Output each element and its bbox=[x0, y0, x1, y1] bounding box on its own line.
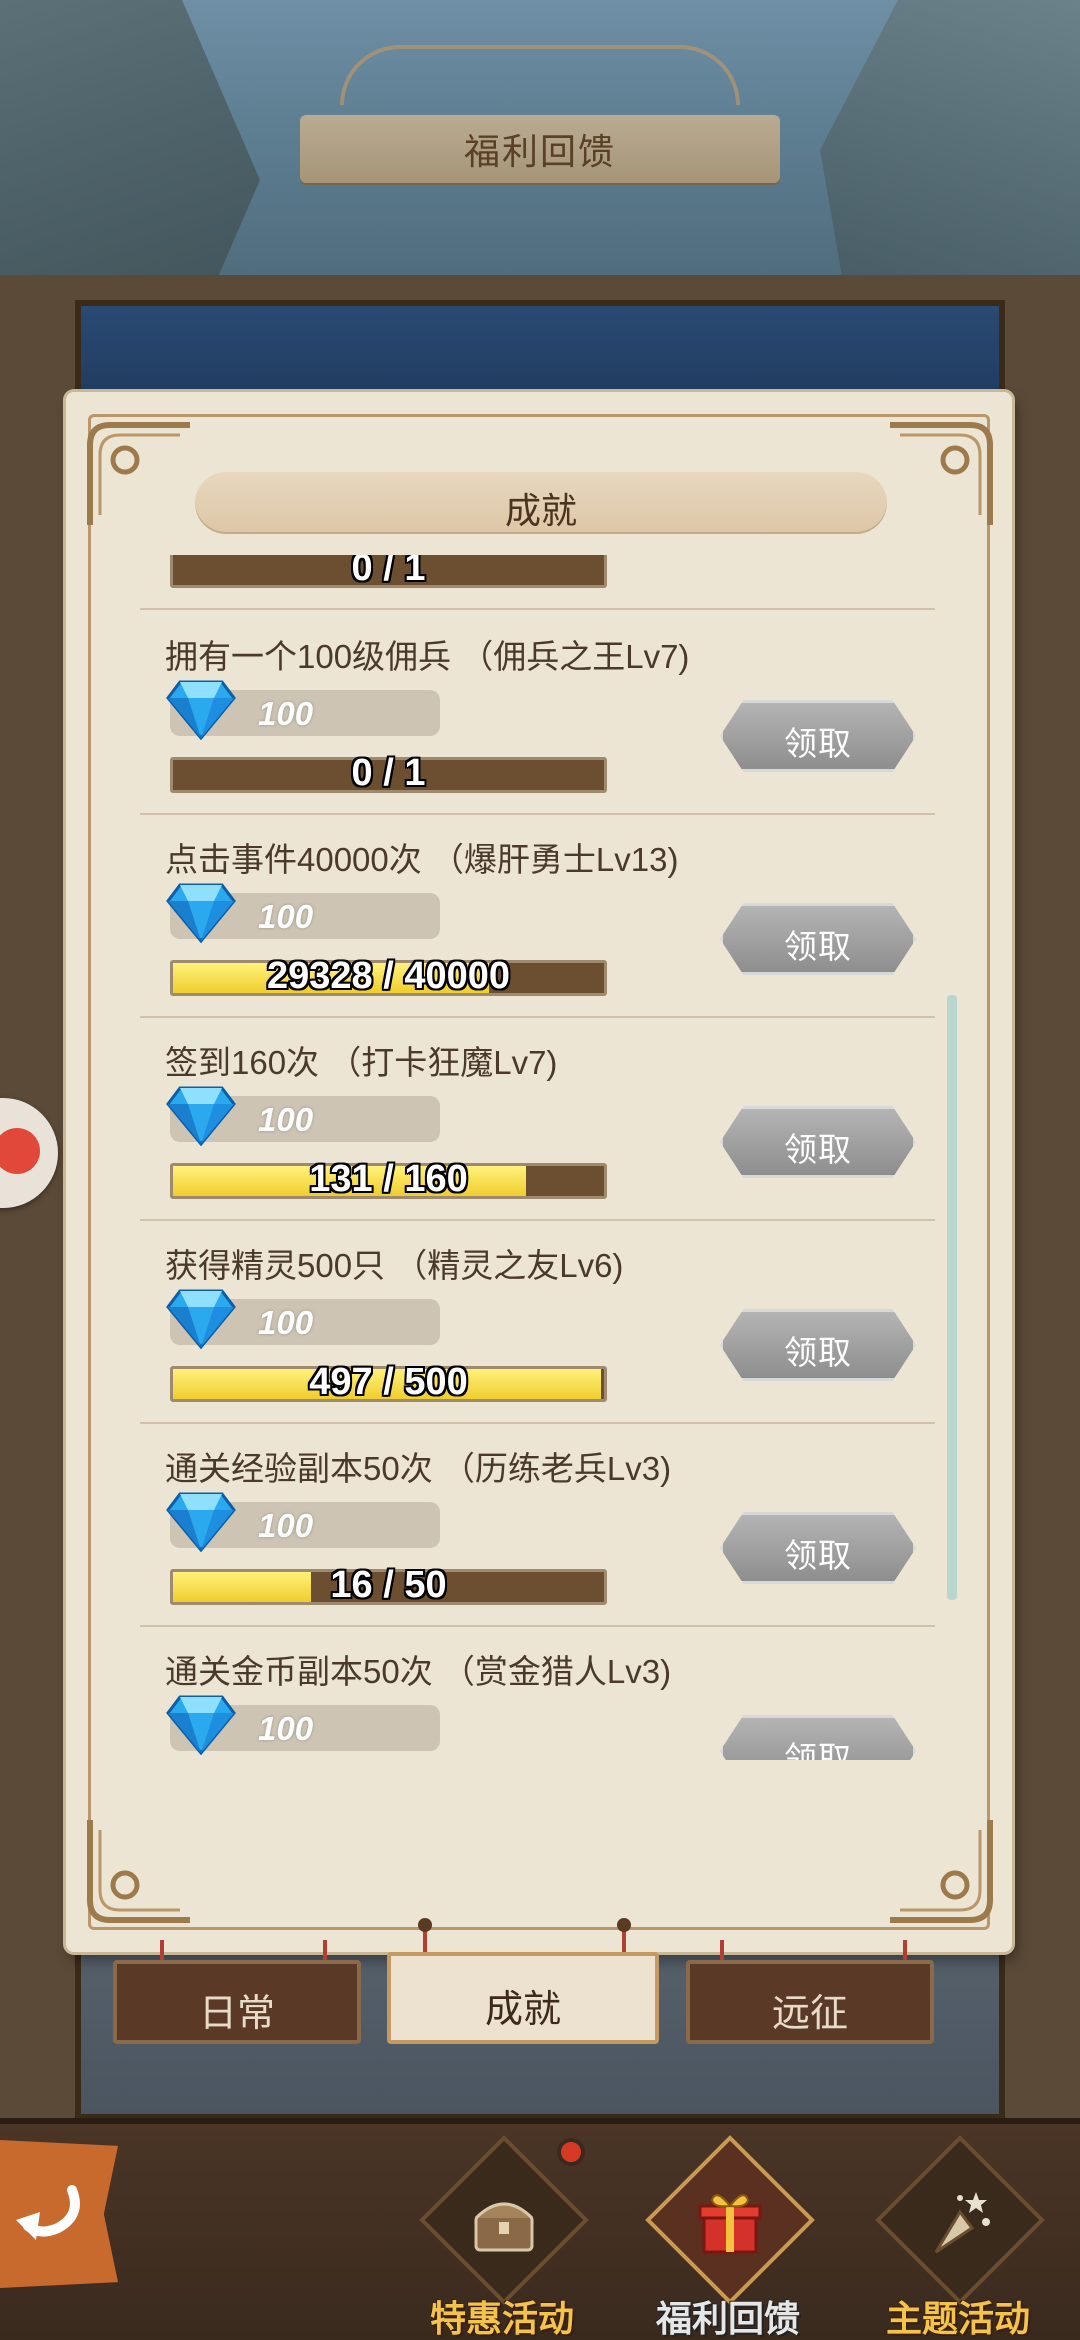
ornament-corner-icon bbox=[890, 422, 993, 525]
claim-button-label: 领取 bbox=[784, 1334, 852, 1371]
title-ornament bbox=[340, 45, 740, 105]
achievement-title: 点击事件40000次 （爆肝勇士Lv13) bbox=[165, 841, 679, 878]
tab-label: 远征 bbox=[771, 1993, 848, 2035]
reward-amount: 100 bbox=[258, 1710, 314, 1747]
tab-hanger-knob bbox=[617, 1918, 631, 1932]
claim-button-label: 领取 bbox=[784, 725, 852, 762]
list-item: 签到160次 （打卡狂魔Lv7) 100 131 / 160 领取 bbox=[140, 1018, 935, 1221]
progress-text: 29328 / 40000 bbox=[266, 955, 510, 997]
list-item: 通关经验副本50次 （历练老兵Lv3) 100 16 / 50 领取 bbox=[140, 1424, 935, 1627]
tab-daily[interactable]: 日常 bbox=[113, 1960, 361, 2044]
back-arrow-icon bbox=[16, 2185, 80, 2240]
ornament-corner-icon bbox=[87, 1820, 190, 1923]
diamond-icon bbox=[166, 883, 236, 943]
reward-amount: 100 bbox=[258, 1101, 314, 1138]
claim-button-label: 领取 bbox=[784, 1537, 852, 1574]
nav-welfare[interactable]: 福利回馈 bbox=[628, 2135, 828, 2340]
claim-button-label: 领取 bbox=[784, 1131, 852, 1168]
claim-button[interactable]: 领取 bbox=[720, 1106, 916, 1178]
list-item: 通关金币副本50次 （赏金猎人Lv3) 100 领取 bbox=[140, 1627, 935, 1760]
list-item-partial: 0 / 1 bbox=[140, 555, 935, 610]
party-popper-icon bbox=[934, 2192, 990, 2254]
reward-amount: 100 bbox=[258, 898, 314, 935]
title-plaque: 福利回馈 bbox=[300, 45, 780, 185]
nav-label: 主题活动 bbox=[885, 2298, 1030, 2339]
progress-text: 497 / 500 bbox=[309, 1361, 468, 1403]
claim-button-label: 领取 bbox=[784, 928, 852, 965]
ornament-corner-icon bbox=[890, 1820, 993, 1923]
diamond-icon bbox=[166, 1695, 236, 1755]
tab-expedition[interactable]: 远征 bbox=[686, 1960, 934, 2044]
achievement-title: 通关金币副本50次 （赏金猎人Lv3) bbox=[165, 1653, 672, 1690]
achievement-title: 拥有一个100级佣兵 （佣兵之王Lv7) bbox=[165, 638, 690, 675]
claim-button[interactable]: 领取 bbox=[720, 1512, 916, 1584]
tab-label: 日常 bbox=[198, 1993, 275, 2035]
list-item: 获得精灵500只 （精灵之友Lv6) 100 497 / 500 领取 bbox=[140, 1221, 935, 1424]
treasure-chest-icon bbox=[474, 2202, 534, 2252]
progress-text: 0 / 1 bbox=[351, 555, 426, 589]
progress-text: 131 / 160 bbox=[309, 1158, 468, 1200]
list-scrollbar[interactable] bbox=[947, 995, 957, 1600]
reward-amount: 100 bbox=[258, 1304, 314, 1341]
achievement-title: 通关经验副本50次 （历练老兵Lv3) bbox=[165, 1450, 672, 1487]
back-button[interactable] bbox=[0, 2140, 118, 2288]
progress-text: 0 / 1 bbox=[351, 752, 426, 794]
ornament-corner-icon bbox=[87, 422, 190, 525]
nav-special-offers[interactable]: 特惠活动 bbox=[402, 2135, 602, 2340]
achievement-title: 签到160次 （打卡狂魔Lv7) bbox=[165, 1044, 558, 1081]
row-divider bbox=[140, 608, 935, 610]
gift-box-icon bbox=[698, 2194, 762, 2254]
reward-amount: 100 bbox=[258, 1507, 314, 1544]
diamond-icon bbox=[166, 1492, 236, 1552]
reward-amount: 100 bbox=[258, 695, 314, 732]
claim-button-label: 领取 bbox=[784, 1740, 852, 1760]
nav-theme-events[interactable]: 主题活动 bbox=[858, 2135, 1058, 2340]
claim-button[interactable]: 领取 bbox=[720, 1715, 916, 1760]
progress-text: 16 / 50 bbox=[330, 1564, 447, 1606]
achievement-list[interactable]: 0 / 1 拥有一个100级佣兵 （佣兵之王Lv7) 100 0 / 1 领取 … bbox=[135, 555, 945, 1760]
tab-label: 成就 bbox=[484, 1989, 561, 2031]
tab-achievement[interactable]: 成就 bbox=[387, 1952, 659, 2044]
section-title: 成就 bbox=[504, 490, 577, 531]
list-item: 拥有一个100级佣兵 （佣兵之王Lv7) 100 0 / 1 领取 bbox=[140, 612, 935, 815]
section-header: 成就 bbox=[195, 472, 887, 534]
diamond-icon bbox=[166, 680, 236, 740]
claim-button[interactable]: 领取 bbox=[720, 1309, 916, 1381]
claim-button[interactable]: 领取 bbox=[720, 903, 916, 975]
claim-button[interactable]: 领取 bbox=[720, 700, 916, 772]
diamond-icon bbox=[166, 1086, 236, 1146]
achievement-title: 获得精灵500只 （精灵之友Lv6) bbox=[165, 1247, 624, 1284]
scene-top-art bbox=[81, 306, 999, 406]
nav-label: 特惠活动 bbox=[429, 2298, 574, 2339]
diamond-icon bbox=[166, 1289, 236, 1349]
tab-hanger-knob bbox=[418, 1918, 432, 1932]
nav-label: 福利回馈 bbox=[655, 2298, 800, 2339]
list-item: 点击事件40000次 （爆肝勇士Lv13) 100 29328 / 40000 … bbox=[140, 815, 935, 1018]
page-title: 福利回馈 bbox=[463, 131, 616, 172]
mascot-icon bbox=[0, 1128, 40, 1174]
